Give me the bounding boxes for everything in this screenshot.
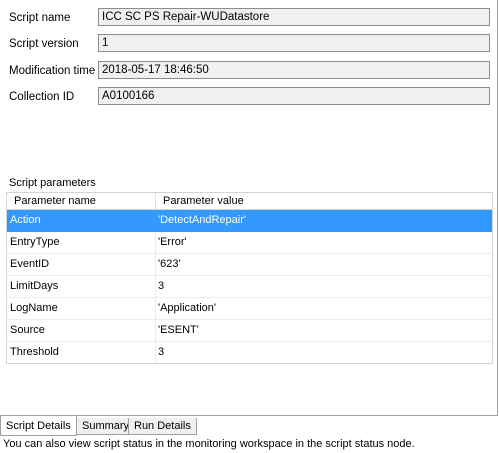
status-hint: You can also view script status in the m… (3, 438, 415, 450)
parameter-name-cell: Threshold (7, 342, 156, 363)
parameter-name-cell: EntryType (7, 232, 156, 253)
parameter-value-cell: 'Error' (158, 236, 187, 248)
script-name-label: Script name (9, 12, 71, 24)
script-version-field[interactable]: 1 (98, 34, 490, 52)
tab-summary[interactable]: Summary (76, 418, 129, 435)
table-row[interactable]: Source 'ESENT' (7, 320, 492, 342)
tab-script-details[interactable]: Script Details (0, 416, 77, 436)
parameter-value-cell: 'DetectAndRepair' (158, 214, 246, 226)
tab-run-details[interactable]: Run Details (128, 418, 197, 435)
column-header-parameter-name[interactable]: Parameter name (7, 193, 156, 209)
table-row[interactable]: Threshold 3 (7, 342, 492, 363)
table-row[interactable]: LogName 'Application' (7, 298, 492, 320)
table-row[interactable]: LimitDays 3 (7, 276, 492, 298)
tab-strip: Script Details Summary Run Details (0, 416, 499, 436)
parameter-name-cell: Action (7, 210, 156, 231)
parameter-value-cell: 'ESENT' (158, 324, 199, 336)
modification-time-field[interactable]: 2018-05-17 18:46:50 (98, 61, 490, 79)
parameter-value-cell: 'Application' (158, 302, 217, 314)
collection-id-field[interactable]: A0100166 (98, 87, 490, 105)
parameter-name-cell: EventID (7, 254, 156, 275)
script-version-label: Script version (9, 38, 79, 50)
parameters-grid[interactable]: Parameter name Parameter value Action 'D… (6, 192, 493, 364)
parameter-value-cell: '623' (158, 258, 181, 270)
collection-id-label: Collection ID (9, 91, 75, 103)
parameter-name-cell: Source (7, 320, 156, 341)
script-name-field[interactable]: ICC SC PS Repair-WUDatastore (98, 8, 490, 26)
parameter-value-cell: 3 (158, 346, 165, 358)
table-row[interactable]: EventID '623' (7, 254, 492, 276)
table-row[interactable]: Action 'DetectAndRepair' (7, 210, 492, 232)
script-parameters-title: Script parameters (9, 177, 96, 189)
grid-header: Parameter name Parameter value (7, 193, 492, 210)
modification-time-label: Modification time (9, 65, 96, 77)
script-details-panel: Script name ICC SC PS Repair-WUDatastore… (0, 0, 498, 416)
parameter-name-cell: LogName (7, 298, 156, 319)
parameter-value-cell: 3 (158, 280, 165, 292)
parameter-name-cell: LimitDays (7, 276, 156, 297)
column-header-parameter-value[interactable]: Parameter value (156, 193, 492, 209)
table-row[interactable]: EntryType 'Error' (7, 232, 492, 254)
